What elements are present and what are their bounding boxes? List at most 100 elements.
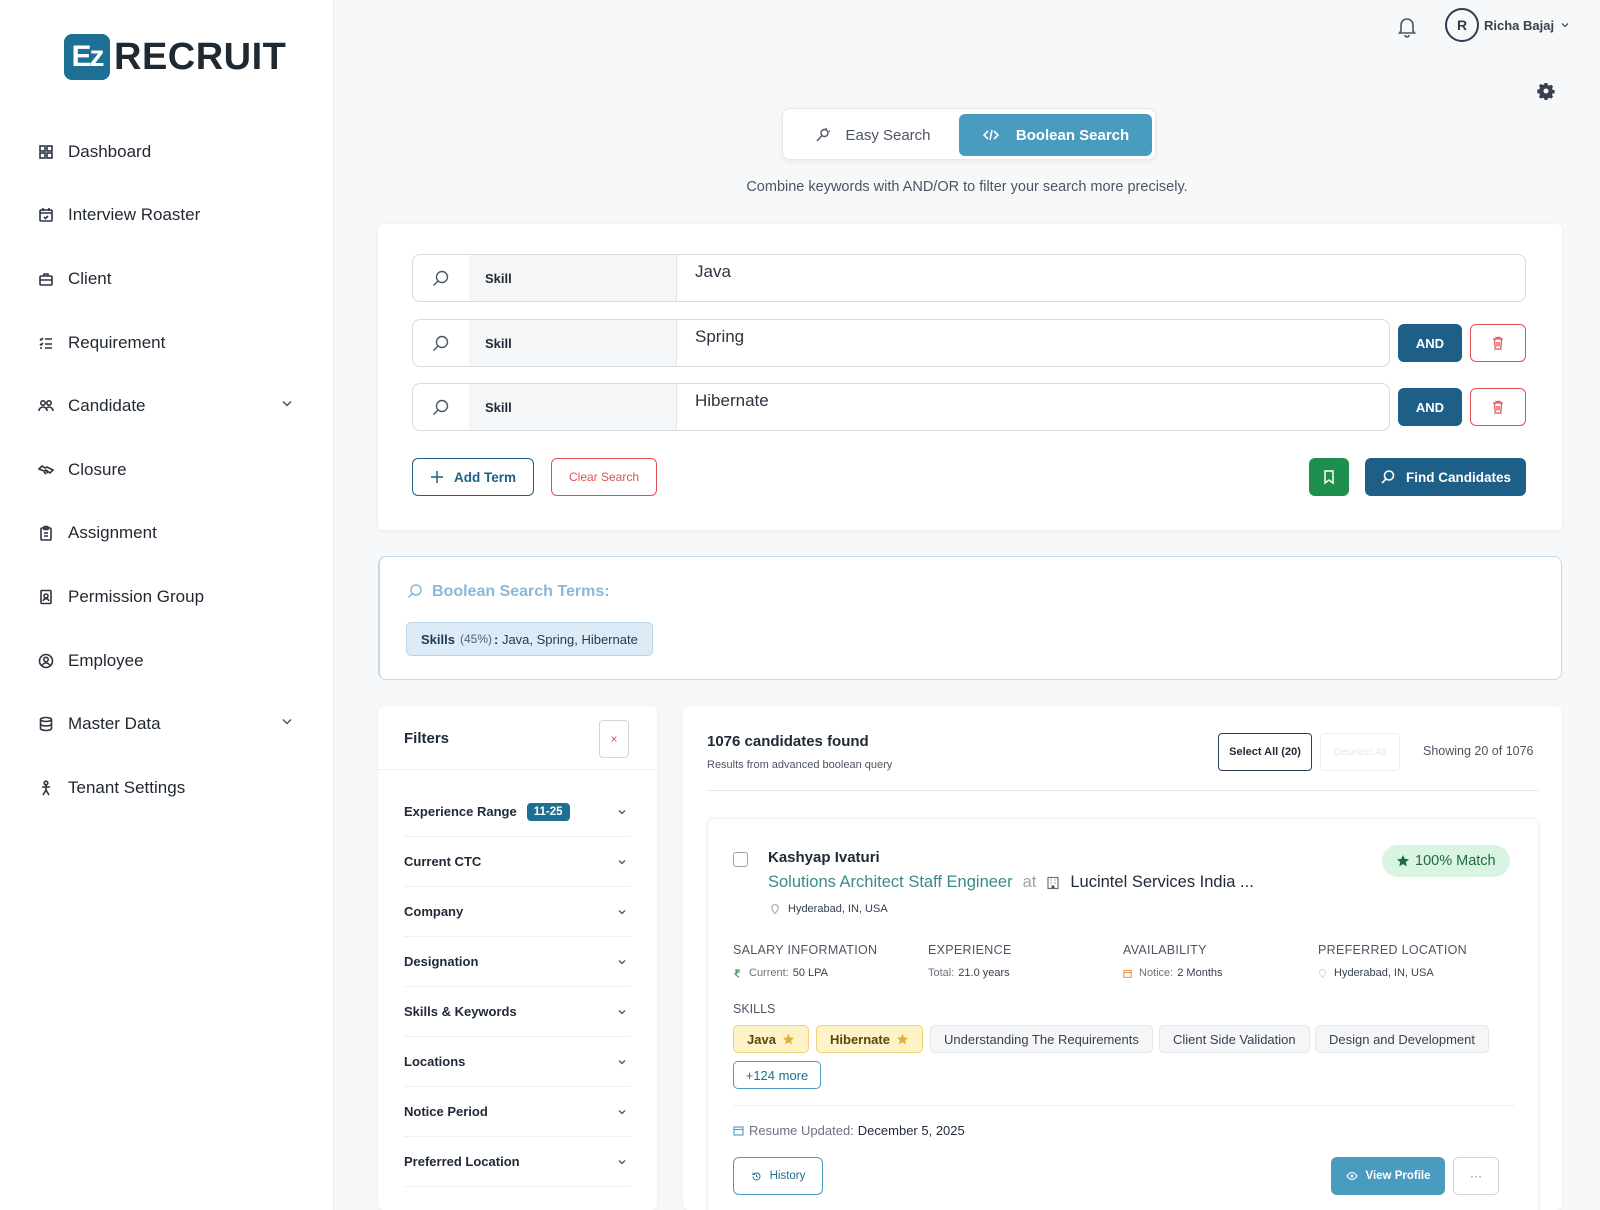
tab-easy-label: Easy Search: [845, 126, 931, 144]
save-search-button[interactable]: [1309, 458, 1349, 496]
field-select[interactable]: Skill: [469, 384, 677, 430]
filter-preferred-location[interactable]: Preferred Location: [404, 1137, 630, 1187]
filter-experience-range[interactable]: Experience Range 11-25: [404, 787, 630, 837]
view-profile-label: View Profile: [1365, 1170, 1431, 1182]
terms-title: Boolean Search Terms:: [406, 583, 610, 601]
candidate-location-text: Hyderabad, IN, USA: [788, 903, 888, 915]
experience-heading: EXPERIENCE: [928, 943, 1012, 957]
sidebar-item-employee[interactable]: Employee: [0, 629, 334, 693]
filter-badge: 11-25: [526, 802, 570, 821]
chevron-down-icon: [618, 809, 626, 814]
history-button[interactable]: History: [733, 1157, 823, 1195]
results-subtitle: Results from advanced boolean query: [707, 759, 893, 771]
filters-header: Filters ×: [378, 706, 657, 770]
sidebar-item-master-data[interactable]: Master Data: [0, 692, 334, 756]
find-candidates-button[interactable]: Find Candidates: [1365, 458, 1526, 496]
availability-value-row: Notice: 2 Months: [1123, 967, 1223, 979]
sidebar-item-tenant-settings[interactable]: Tenant Settings: [0, 756, 334, 820]
filter-notice-period[interactable]: Notice Period: [404, 1087, 630, 1137]
gear-icon[interactable]: [1537, 82, 1555, 100]
clear-search-button[interactable]: Clear Search: [551, 458, 657, 496]
candidate-name[interactable]: Kashyap Ivaturi: [768, 849, 880, 866]
tab-boolean-search[interactable]: Boolean Search: [959, 114, 1152, 156]
availability-info: AVAILABILITY Notice: 2 Months: [1123, 943, 1223, 979]
filter-label: Preferred Location: [404, 1154, 520, 1169]
history-icon: [752, 1171, 761, 1180]
search-icon: [433, 335, 449, 351]
sidebar-item-label: Tenant Settings: [68, 777, 186, 797]
term-input[interactable]: [678, 255, 1525, 301]
experience-value: 21.0 years: [958, 967, 1010, 979]
term-input[interactable]: [678, 384, 1389, 430]
logo-text: RECRUIT: [114, 35, 287, 78]
sidebar-item-dashboard[interactable]: Dashboard: [0, 120, 334, 184]
sidebar-item-label: Closure: [68, 459, 127, 479]
sidebar-item-requirement[interactable]: Requirement: [0, 311, 334, 375]
code-icon: [982, 129, 999, 141]
select-all-button[interactable]: Select All (20): [1218, 733, 1312, 771]
sidebar-item-label: Assignment: [68, 523, 157, 543]
filters-close-button[interactable]: ×: [599, 720, 629, 758]
resume-key: Resume Updated:: [749, 1123, 854, 1138]
term-input[interactable]: [678, 320, 1389, 366]
candidate-card: Kashyap Ivaturi Solutions Architect Staf…: [707, 818, 1539, 1210]
skill-label: Java: [747, 1031, 776, 1047]
operator-button[interactable]: AND: [1398, 324, 1462, 362]
more-actions-button[interactable]: ···: [1453, 1157, 1499, 1195]
filter-designation[interactable]: Designation: [404, 937, 630, 987]
field-select[interactable]: Skill: [469, 320, 677, 366]
divider: [733, 1105, 1515, 1106]
logo-mark: Ez: [64, 34, 110, 80]
star-icon: [1397, 855, 1409, 867]
filter-current-ctc[interactable]: Current CTC: [404, 837, 630, 887]
sidebar-item-permission-group[interactable]: Permission Group: [0, 565, 334, 629]
sidebar-item-assignment[interactable]: Assignment: [0, 502, 334, 566]
map-pin-icon: [1318, 968, 1327, 978]
candidate-checkbox[interactable]: [733, 852, 748, 867]
filter-label: Notice Period: [404, 1104, 488, 1119]
salary-value-row: Current: 50 LPA: [733, 967, 877, 979]
bell-icon[interactable]: [1395, 14, 1419, 38]
filter-label: Designation: [404, 954, 479, 969]
view-profile-button[interactable]: View Profile: [1331, 1157, 1445, 1195]
terms-title-text: Boolean Search Terms:: [432, 583, 610, 600]
magic-search-icon: [816, 127, 831, 142]
delete-term-button[interactable]: [1470, 388, 1526, 426]
preferred-location-value: Hyderabad, IN, USA: [1334, 967, 1434, 979]
more-skills-button[interactable]: +124 more: [733, 1061, 821, 1089]
sidebar-item-client[interactable]: Client: [0, 247, 334, 311]
experience-info: EXPERIENCE Total: 21.0 years: [928, 943, 1012, 979]
filter-locations[interactable]: Locations: [404, 1037, 630, 1087]
field-select[interactable]: Skill: [469, 255, 677, 301]
delete-term-button[interactable]: [1470, 324, 1526, 362]
sidebar: Ez RECRUIT Dashboard Interview Roaster C…: [0, 0, 334, 1210]
salary-key: Current:: [749, 967, 789, 979]
sidebar-item-candidate[interactable]: Candidate: [0, 374, 334, 438]
logo[interactable]: Ez RECRUIT: [64, 34, 286, 80]
term-chip: Skills (45%): Java, Spring, Hibernate: [406, 622, 653, 656]
availability-key: Notice:: [1139, 967, 1174, 979]
deselect-all-button[interactable]: Deselect All: [1320, 733, 1400, 771]
user-circle-icon: [38, 653, 54, 668]
filter-skills-keywords[interactable]: Skills & Keywords: [404, 987, 630, 1037]
eye-icon: [1345, 1171, 1358, 1181]
filter-label: Experience Range: [404, 804, 517, 819]
experience-value-row: Total: 21.0 years: [928, 967, 1012, 979]
tab-easy-search[interactable]: Easy Search: [791, 115, 955, 155]
skill-label: Hibernate: [830, 1031, 890, 1047]
briefcase-icon: [39, 273, 53, 286]
avatar: R: [1445, 8, 1479, 42]
add-term-button[interactable]: Add Term: [412, 458, 534, 496]
chevron-down-icon: [618, 959, 626, 964]
operator-button[interactable]: AND: [1398, 388, 1462, 426]
chevron-down-icon[interactable]: [280, 715, 294, 734]
sidebar-nav: Dashboard Interview Roaster Client Requi…: [0, 120, 334, 820]
sidebar-item-interview-roaster[interactable]: Interview Roaster: [0, 184, 334, 248]
salary-heading: SALARY INFORMATION: [733, 943, 878, 957]
match-badge: 100% Match: [1382, 845, 1510, 877]
filter-company[interactable]: Company: [404, 887, 630, 937]
chevron-down-icon[interactable]: [280, 397, 294, 416]
user-menu[interactable]: R Richa Bajaj: [1445, 8, 1570, 42]
sidebar-item-closure[interactable]: Closure: [0, 438, 334, 502]
sidebar-item-label: Employee: [68, 650, 144, 670]
